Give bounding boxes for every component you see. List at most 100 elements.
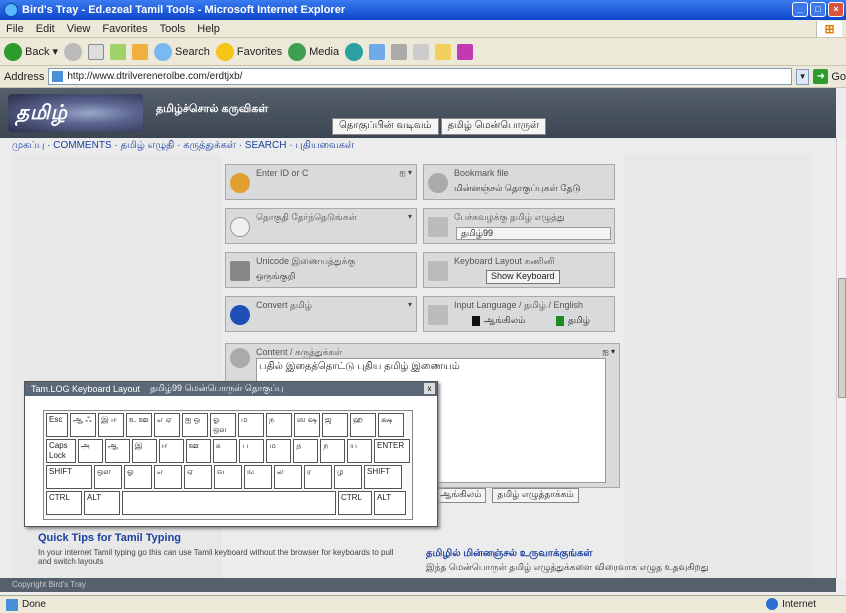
menu-edit[interactable]: Edit <box>36 23 55 35</box>
keyboard-key[interactable]: ந <box>320 439 346 463</box>
menu-view[interactable]: View <box>67 23 91 35</box>
keyboard-key[interactable]: எ ஏ <box>154 413 180 437</box>
keyboard-key[interactable]: ALT <box>374 491 406 515</box>
maximize-button[interactable]: □ <box>810 2 826 17</box>
keyboard-key[interactable]: ஈ <box>158 439 184 463</box>
folder-icon[interactable] <box>435 43 452 60</box>
keyboard-key[interactable]: ல <box>274 465 302 489</box>
keyboard-key[interactable]: உ ஊ <box>126 413 152 437</box>
bookmark-icon <box>428 173 448 193</box>
editor-tab-english[interactable]: ஆங்கிலம் <box>435 488 487 503</box>
site-header: தமிழ் தமிழ்ச்சொல் கருவிகள் தொகுப்பின் வட… <box>0 88 836 138</box>
history-icon[interactable] <box>345 42 364 61</box>
keyboard-key[interactable]: ENTER <box>374 439 410 463</box>
card-bookmark[interactable]: Bookmark file மின்னஞ்சல் தொகுப்புகள் தேட… <box>423 164 615 200</box>
keyboard-key[interactable]: ஆ ஃ <box>70 413 96 437</box>
keyboard-title-bar[interactable]: Tam.LOG Keyboard Layout தமிழ்99 மென்பொரு… <box>25 382 437 396</box>
keyboard-key[interactable]: ய <box>347 439 373 463</box>
stop-icon[interactable] <box>88 43 104 60</box>
menu-file[interactable]: File <box>6 23 24 35</box>
header-tab-2[interactable]: தமிழ் மென்பொருள் <box>440 118 546 135</box>
card-unicode[interactable]: Unicode இணையத்துக்கு ஒருங்குறி <box>225 252 417 288</box>
forward-arrow-icon[interactable] <box>64 42 82 61</box>
keyboard-key[interactable]: க்ஷ <box>378 413 404 437</box>
keyboard-key[interactable]: ஸ ஷ <box>294 413 320 437</box>
keyboard-key[interactable]: இ ஈ <box>98 413 124 437</box>
keyboard-key[interactable]: அ <box>77 439 103 463</box>
menu-tools[interactable]: Tools <box>160 23 186 35</box>
right-title[interactable]: தமிழில் மின்னஞ்சல் உருவாக்குங்கள் <box>426 548 592 560</box>
keyboard-key[interactable]: SHIFT <box>364 465 402 489</box>
keyboard-key[interactable]: ர <box>304 465 332 489</box>
keyboard-key[interactable]: ந <box>266 413 292 437</box>
tips-title[interactable]: Quick Tips for Tamil Typing <box>38 532 181 544</box>
page-icon <box>52 71 64 82</box>
keyboard-key[interactable]: எ <box>154 465 182 489</box>
close-button[interactable]: × <box>828 2 844 17</box>
keyboard-key[interactable]: ஆ <box>104 439 130 463</box>
refresh-icon[interactable] <box>110 43 126 60</box>
header-tab-1[interactable]: தொகுப்பின் வடிவம் <box>332 118 439 135</box>
keyboard-key[interactable]: CTRL <box>46 491 82 515</box>
address-dropdown[interactable]: ▼ <box>795 68 810 85</box>
edit-icon[interactable] <box>413 43 430 60</box>
keyboard-key[interactable]: ப <box>239 439 265 463</box>
option-tamil[interactable]: தமிழ் <box>556 315 590 327</box>
go-button[interactable]: ➜ Go <box>813 69 846 84</box>
site-logo[interactable]: தமிழ் <box>8 94 143 132</box>
keyboard-key[interactable]: க <box>212 439 238 463</box>
favorites-button[interactable]: Favorites <box>215 42 282 61</box>
scrollbar[interactable] <box>836 138 846 578</box>
card-language[interactable]: Input Language / தமிழ் / English ஆங்கிலம… <box>423 296 615 332</box>
home-icon[interactable] <box>132 43 148 60</box>
keyboard-key[interactable]: த <box>293 439 319 463</box>
keyboard-keys: Esc ஆ ஃஇ ஈஉ ஊஎ ஏஐ ஒஓ ஔமநஸ ஷ ஜ ஹ க்ஷ Caps Loc… <box>43 410 413 520</box>
keyboard-key[interactable]: ம <box>238 413 264 437</box>
card-id[interactable]: Enter ID or C ஐ ▾ <box>225 164 417 200</box>
keyboard-popup: Tam.LOG Keyboard Layout தமிழ்99 மென்பொரு… <box>24 381 438 527</box>
menu-help[interactable]: Help <box>197 23 220 35</box>
messenger-icon[interactable] <box>457 43 474 60</box>
card-select[interactable]: தொகுதி தேர்ந்தெடுங்கள் ▾ <box>225 208 417 244</box>
keyboard-key[interactable]: ங <box>244 465 272 489</box>
keyboard-key[interactable]: ஔ <box>94 465 122 489</box>
radio-icon <box>556 316 564 326</box>
menu-favorites[interactable]: Favorites <box>102 23 147 35</box>
keyboard-key[interactable]: ம <box>266 439 292 463</box>
back-button[interactable]: Back ▾ <box>4 42 58 61</box>
keyboard-key[interactable]: வ <box>214 465 242 489</box>
keyboard-key[interactable]: ஓ ஔ <box>210 413 236 437</box>
keyboard-key[interactable]: ஹ <box>350 413 376 437</box>
keyboard-key[interactable]: ALT <box>84 491 120 515</box>
layout-select[interactable]: தமிழ்99 <box>456 227 611 240</box>
keyboard-key[interactable]: ழ <box>334 465 362 489</box>
scroll-thumb[interactable] <box>838 278 846 398</box>
keyboard-key[interactable]: Caps Lock <box>46 439 76 463</box>
keyboard-key[interactable]: இ <box>131 439 157 463</box>
keyboard-key[interactable]: SHIFT <box>46 465 92 489</box>
card-convert[interactable]: Convert தமிழ் ▾ <box>225 296 417 332</box>
card-keyboard[interactable]: Keyboard Layout கணினி Show Keyboard <box>423 252 615 288</box>
keyboard-key[interactable]: Esc <box>46 413 68 437</box>
mail-icon[interactable] <box>369 43 386 60</box>
keyboard-key[interactable]: ஐ ஒ <box>182 413 208 437</box>
search-button[interactable]: Search <box>154 42 210 61</box>
keyboard-key[interactable]: ஜ <box>322 413 348 437</box>
status-text: Done <box>22 599 46 610</box>
keyboard-key[interactable]: ஊ <box>185 439 211 463</box>
minimize-button[interactable]: _ <box>792 2 808 17</box>
breadcrumb[interactable]: முகப்பு · COMMENTS · தமிழ் எழுதி · கருத்… <box>12 140 354 152</box>
media-button[interactable]: Media <box>288 42 339 61</box>
keyboard-key[interactable]: ஓ <box>124 465 152 489</box>
keyboard-key[interactable] <box>122 491 336 515</box>
keyboard-key[interactable]: CTRL <box>338 491 372 515</box>
print-icon[interactable] <box>391 43 408 60</box>
option-english[interactable]: ஆங்கிலம் <box>472 315 525 327</box>
keyboard-key[interactable]: ஏ <box>184 465 212 489</box>
show-keyboard-button[interactable]: Show Keyboard <box>486 270 560 284</box>
close-icon[interactable]: x <box>424 383 435 394</box>
editor-tab-tamil[interactable]: தமிழ் எழுத்தாக்கம் <box>492 488 579 503</box>
address-input[interactable]: http://www.dtrilverenerolbe.com/erdtjxb/ <box>48 68 792 85</box>
unicode-icon <box>230 261 250 281</box>
card-layout[interactable]: பேச்சுவழக்கு தமிழ் எழுத்து தமிழ்99 <box>423 208 615 244</box>
